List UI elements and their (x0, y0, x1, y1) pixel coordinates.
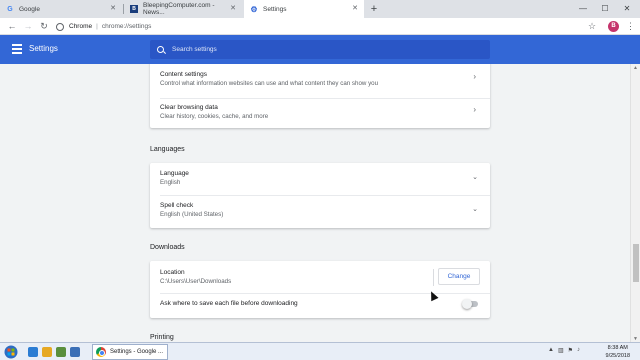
scroll-up-arrow-icon[interactable]: ▲ (633, 65, 638, 71)
section-title-downloads: Downloads (150, 244, 185, 251)
row-subtitle: Control what information websites can us… (160, 80, 379, 87)
clock-date: 9/25/2018 (605, 353, 630, 359)
spell-check-row[interactable]: Spell check English (United States) ⌄ (150, 201, 490, 227)
chevron-down-icon[interactable]: ⌄ (472, 205, 478, 213)
change-location-button[interactable]: Change (438, 268, 480, 285)
minimize-button[interactable]: — (572, 0, 594, 18)
tab-label: BleepingComputer.com - News... (143, 2, 215, 16)
hamburger-menu-icon[interactable] (12, 44, 22, 54)
tray-arrow-icon[interactable]: ▲ (548, 347, 554, 354)
internet-explorer-icon[interactable] (28, 347, 38, 357)
row-title: Content settings (160, 71, 207, 78)
close-window-button[interactable]: ✕ (616, 0, 638, 18)
clear-browsing-data-row[interactable]: Clear browsing data Clear history, cooki… (150, 103, 490, 127)
row-title: Language (160, 170, 189, 177)
windows-taskbar: Settings - Google ... ▲ ▥ ⚑ ♪ 8:38 AM 9/… (0, 342, 640, 360)
divider (160, 98, 490, 99)
chevron-right-icon: › (473, 105, 476, 114)
close-tab-icon[interactable]: ✕ (230, 5, 236, 13)
downloads-card: Location C:\Users\User\Downloads Change … (150, 261, 490, 318)
row-title: Ask where to save each file before downl… (160, 300, 298, 307)
avatar[interactable]: B (608, 21, 619, 32)
network-icon[interactable]: ▥ (558, 347, 564, 354)
page-title: Settings (29, 44, 58, 53)
browser-toolbar: ← → ↻ Chrome | chrome://settings ☆ B ⋮ (0, 18, 640, 35)
settings-header: Settings (0, 35, 640, 64)
settings-content: Content settings Control what informatio… (0, 64, 640, 343)
start-button[interactable] (4, 345, 18, 359)
maximize-button[interactable]: ☐ (594, 0, 616, 18)
speaker-icon[interactable]: ♪ (577, 347, 580, 354)
close-tab-icon[interactable]: ✕ (110, 5, 116, 13)
tab-bleepingcomputer[interactable]: B BleepingComputer.com - News... ✕ (124, 0, 242, 18)
divider (160, 293, 490, 294)
row-subtitle: Clear history, cookies, cache, and more (160, 113, 269, 120)
chrome-icon (96, 347, 106, 357)
close-tab-icon[interactable]: ✕ (352, 5, 358, 13)
tab-label: Settings (263, 5, 287, 13)
scroll-thumb[interactable] (633, 244, 639, 282)
url-separator: | (96, 23, 98, 30)
taskbar-chrome-task[interactable]: Settings - Google ... (92, 344, 168, 360)
url-text: chrome://settings (101, 23, 152, 30)
bleepingcomputer-favicon-icon: B (130, 5, 138, 13)
flag-icon[interactable]: ⚑ (568, 347, 573, 354)
section-title-languages: Languages (150, 146, 185, 153)
task-label: Settings - Google ... (110, 349, 164, 355)
clock-time: 8:38 AM (607, 345, 628, 351)
chevron-right-icon: › (473, 72, 476, 81)
row-title: Spell check (160, 202, 194, 209)
section-title-printing: Printing (150, 334, 174, 341)
ask-where-to-save-toggle[interactable] (462, 299, 478, 309)
forward-button[interactable]: → (22, 20, 34, 33)
row-value: English (160, 179, 181, 186)
menu-dots-icon[interactable]: ⋮ (626, 20, 635, 33)
row-title: Clear browsing data (160, 104, 218, 111)
tab-google[interactable]: G Google ✕ (0, 0, 122, 18)
quick-launch-icon[interactable] (70, 347, 80, 357)
divider (160, 195, 490, 196)
search-input[interactable] (172, 46, 472, 53)
privacy-card: Content settings Control what informatio… (150, 64, 490, 128)
content-settings-row[interactable]: Content settings Control what informatio… (150, 70, 490, 100)
file-explorer-icon[interactable] (42, 347, 52, 357)
site-chip: Chrome (69, 23, 93, 30)
google-favicon-icon: G (7, 5, 13, 13)
row-value: English (United States) (160, 211, 224, 218)
tab-strip: G Google ✕ B BleepingComputer.com - News… (0, 0, 640, 18)
chevron-down-icon[interactable]: ⌄ (472, 173, 478, 181)
languages-card: Language English ⌄ Spell check English (… (150, 163, 490, 228)
scrollbar[interactable]: ▲ ▼ (630, 64, 640, 343)
back-button[interactable]: ← (6, 20, 18, 33)
download-location-row: Location C:\Users\User\Downloads Change (150, 268, 490, 294)
reload-button[interactable]: ↻ (38, 20, 50, 33)
tab-settings[interactable]: ⚙ Settings ✕ (244, 0, 364, 18)
new-tab-button[interactable]: + (368, 2, 380, 16)
language-row[interactable]: Language English ⌄ (150, 169, 490, 195)
system-tray: ▲ ▥ ⚑ ♪ (548, 347, 580, 354)
search-box[interactable] (150, 40, 490, 59)
media-player-icon[interactable] (56, 347, 66, 357)
address-bar[interactable]: Chrome | chrome://settings (56, 20, 576, 33)
bookmark-star-icon[interactable]: ☆ (588, 20, 596, 33)
ask-where-to-save-row[interactable]: Ask where to save each file before downl… (150, 299, 490, 313)
gear-icon: ⚙ (250, 4, 258, 14)
tab-label: Google (19, 5, 40, 13)
system-clock[interactable]: 8:38 AM 9/25/2018 (606, 344, 630, 360)
search-icon (157, 46, 164, 53)
divider (433, 269, 434, 286)
chrome-info-icon (56, 22, 64, 31)
